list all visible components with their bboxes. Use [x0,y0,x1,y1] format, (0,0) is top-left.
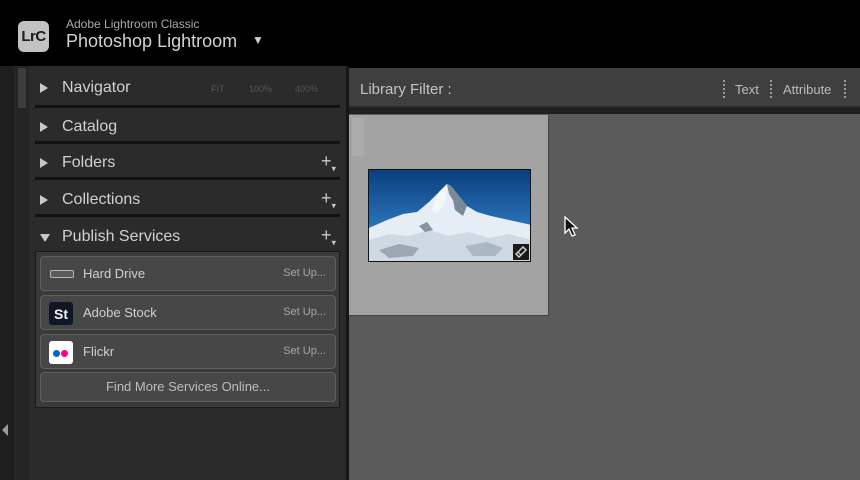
mouse-cursor-icon [564,216,579,237]
find-more-services-button[interactable]: Find More Services Online... [40,372,336,402]
panel-header-label: Folders [62,154,116,171]
panel-header-folders[interactable]: Folders +▾ [29,145,346,181]
zoom-100[interactable]: 100% [249,84,272,94]
filter-separator [844,80,846,98]
setup-link[interactable]: Set Up... [283,306,326,318]
library-filter-bar: Library Filter : Text Attribute [349,68,860,108]
left-panel-edge[interactable] [0,66,14,480]
identity-plate: LrC Adobe Lightroom Classic Photoshop Li… [0,0,860,66]
panel-header-publish-services[interactable]: Publish Services +▾ [29,219,346,255]
panel-header-label: Collections [62,191,141,208]
panel-header-label: Navigator [62,79,131,96]
zoom-fit[interactable]: FIT [211,84,225,94]
left-panel-scrollbar[interactable] [14,66,29,480]
panel-header-navigator[interactable]: Navigator FIT 100% 400% [29,70,346,106]
service-name: Hard Drive [83,266,146,281]
triangle-down-icon[interactable]: ▼ [252,33,264,47]
collapse-triangle-icon [40,234,50,242]
panel-header-collections[interactable]: Collections +▾ [29,182,346,218]
panel-header-catalog[interactable]: Catalog [29,109,346,145]
edited-badge-icon[interactable] [513,244,529,260]
service-name: Adobe Stock [83,305,157,320]
panel-separator [35,105,340,108]
panel-header-label: Catalog [62,118,118,135]
publish-service-hard-drive[interactable]: Hard Drive Set Up... [40,256,336,291]
lrc-logo: LrC [18,21,49,52]
flickr-icon [49,341,73,364]
add-collection-icon[interactable]: +▾ [321,188,336,212]
scrollbar-thumb[interactable] [18,68,26,108]
add-folder-icon[interactable]: +▾ [321,151,336,175]
setup-link[interactable]: Set Up... [283,345,326,357]
publish-service-adobe-stock[interactable]: St Adobe Stock Set Up... [40,295,336,330]
photo-thumbnail[interactable] [368,169,531,262]
expand-triangle-icon [40,195,48,205]
panel-header-label: Publish Services [62,228,181,245]
expand-triangle-icon [40,158,48,168]
zoom-400[interactable]: 400% [295,84,318,94]
filter-separator [770,80,772,98]
cell-index-strip [352,118,364,156]
expand-triangle-icon [40,83,48,93]
hard-drive-icon [49,263,74,286]
adobe-stock-icon: St [49,302,73,325]
publish-service-flickr[interactable]: Flickr Set Up... [40,334,336,369]
app-subtitle: Adobe Lightroom Classic [66,17,200,31]
collapse-left-icon[interactable] [2,424,8,436]
setup-link[interactable]: Set Up... [283,267,326,279]
filter-text-tab[interactable]: Text [735,82,759,97]
add-publish-service-icon[interactable]: +▾ [321,225,336,249]
panel-separator [35,177,340,180]
expand-triangle-icon [40,122,48,132]
filter-attribute-tab[interactable]: Attribute [783,82,831,97]
filter-separator [723,80,725,98]
service-name: Flickr [83,344,115,359]
panel-separator [35,214,340,217]
app-title[interactable]: Photoshop Lightroom [66,31,237,52]
panel-separator [35,141,340,144]
library-filter-label: Library Filter : [360,81,452,98]
